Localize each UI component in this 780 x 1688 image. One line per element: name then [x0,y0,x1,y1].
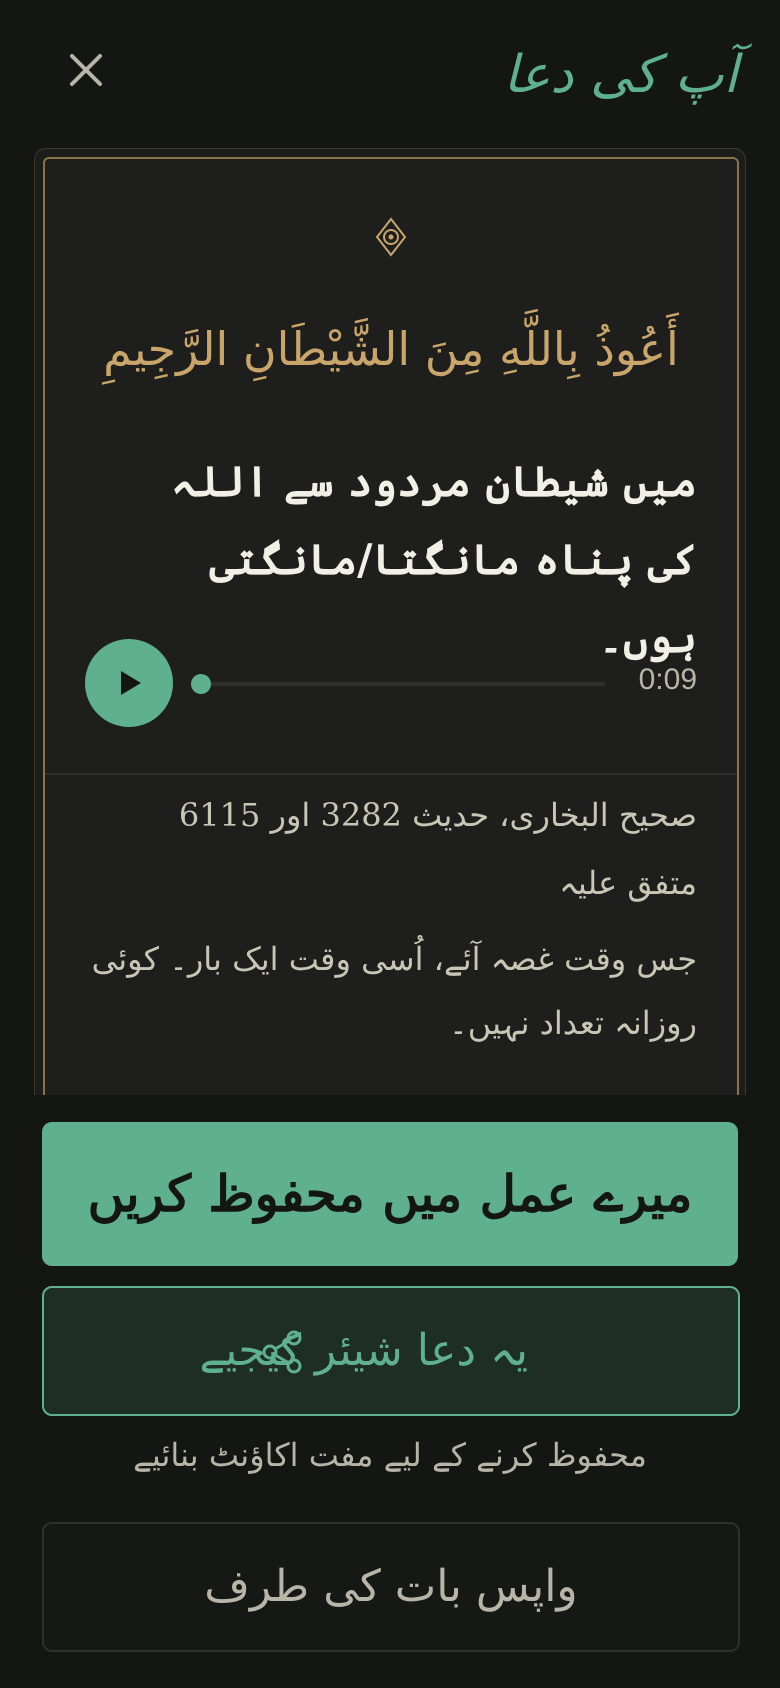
share-button-label: یہ دعا شیئر کیجیے [199,1325,528,1376]
back-button[interactable]: واپس بات کی طرف [42,1522,740,1652]
save-button[interactable]: میرے عمل میں محفوظ کریں [42,1122,738,1266]
dua-card: أَعُوذُ بِاللَّهِ مِنَ الشَّيْطَانِ الرَ… [34,148,746,1095]
page-title: آپ کی دعا [503,45,738,105]
reference-source: صحیح البخاری، حدیث 3282 اور 6115 [178,796,697,834]
reference-grade: متفق علیہ [559,864,697,902]
close-icon [70,54,102,86]
share-button[interactable]: یہ دعا شیئر کیجیے [42,1286,740,1416]
ornament-icon [375,217,407,257]
reference-block: صحیح البخاری، حدیث 3282 اور 6115 متفق عل… [75,791,697,1055]
audio-time: 0:09 [638,663,697,696]
audio-progress-track[interactable] [191,674,605,694]
play-icon [121,671,141,695]
dua-screen: آپ کی دعا أَعُوذُ بِاللَّهِ مِنَ الشَّيْ… [0,0,780,1688]
arabic-text: أَعُوذُ بِاللَّهِ مِنَ الشَّيْطَانِ الرَ… [103,322,679,376]
header: آپ کی دعا [0,0,780,150]
close-button[interactable] [62,46,110,94]
divider [45,773,737,775]
reference-note: جس وقت غصہ آئے، اُسی وقت ایک بار۔ کوئی ر… [91,940,697,1042]
create-account-link[interactable]: محفوظ کرنے کے لیے مفت اکاؤنٹ بنائیے [0,1436,780,1474]
play-button[interactable] [85,639,173,727]
dua-card-inner: أَعُوذُ بِاللَّهِ مِنَ الشَّيْطَانِ الرَ… [43,157,739,1095]
audio-progress-thumb[interactable] [191,674,212,694]
audio-player: 0:09 [45,639,737,731]
